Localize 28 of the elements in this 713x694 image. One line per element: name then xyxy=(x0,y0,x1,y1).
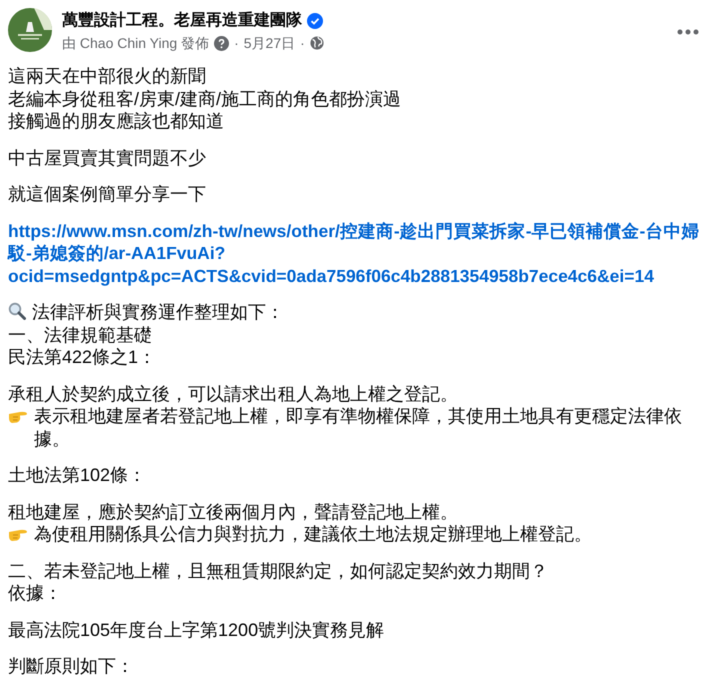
help-icon[interactable] xyxy=(214,36,230,50)
post-text: 中古屋買賣其實問題不少 xyxy=(8,148,206,168)
post-text: 民法第422條之1： xyxy=(8,347,156,367)
post-text: 表示租地建屋者若登記地上權，即享有準物權保障，其使用土地具有更穩定法律依據。 xyxy=(34,405,683,450)
separator-dot: · xyxy=(234,34,239,53)
post-text: 為使租用關係具公信力與對抗力，建議依土地法規定辦理地上權登記。 xyxy=(34,523,592,546)
post-text: 租地建屋，應於契約訂立後兩個月內，聲請登記地上權。 xyxy=(8,502,458,522)
post-text: 就這個案例簡單分享一下 xyxy=(8,184,206,204)
byline: 由 Chao Chin Ying 發佈 xyxy=(62,34,210,53)
page-name[interactable]: 萬豐設計工程。老屋再造重建團隊 xyxy=(62,10,302,32)
globe-icon xyxy=(310,36,324,50)
post-date[interactable]: 5月27日 xyxy=(244,33,296,53)
post-text: 老編本身從租客/房東/建商/施工商的角色都扮演過 xyxy=(8,88,402,108)
post-text: 依據： xyxy=(8,583,62,603)
post-text: 最高法院105年度台上字第1200號判決實務見解 xyxy=(8,620,384,640)
magnifier-icon xyxy=(8,302,26,320)
post-text: 土地法第102條： xyxy=(8,465,146,485)
post-text: 一、法律規範基礎 xyxy=(8,324,152,344)
post-text: 承租人於契約成立後，可以請求出租人為地上權之登記。 xyxy=(8,384,458,404)
article-link[interactable]: https://www.msn.com/zh-tw/news/other/控建商-趁出門買菜拆家-早已領補償金-台中婦駁-弟媳簽的/ar-AA1FvuAi?ocid=msedgntp&pc=ACTS&cvid=0ada7596f06c4b2881354958b7ece4c6&ei=14 xyxy=(8,220,703,287)
avatar-logo[interactable] xyxy=(8,8,52,52)
post-text: 接觸過的朋友應該也都知道 xyxy=(8,111,224,131)
more-options-icon[interactable] xyxy=(677,29,699,35)
post-text: 判斷原則如下： xyxy=(8,656,134,676)
post-text: 二、若未登記地上權，且無租賃期限約定，如何認定契約效力期間？ xyxy=(8,560,548,580)
post-text: 法律評析與實務運作整理如下： xyxy=(32,302,284,322)
separator-dot: · xyxy=(300,34,305,53)
post-text: 這兩天在中部很火的新聞 xyxy=(8,66,206,86)
